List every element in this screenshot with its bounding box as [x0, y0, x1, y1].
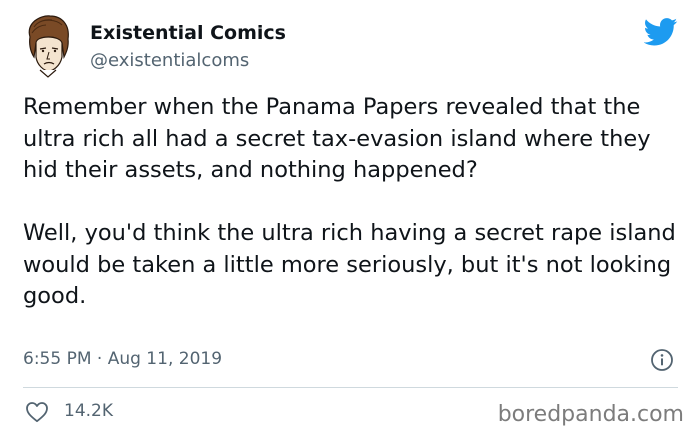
heart-icon[interactable]: [25, 401, 49, 423]
author-handle[interactable]: @existentialcoms: [90, 50, 249, 71]
tweet-paragraph: Remember when the Panama Papers revealed…: [23, 94, 651, 183]
tweet-timestamp[interactable]: 6:55 PM · Aug 11, 2019: [23, 349, 222, 369]
divider: [23, 387, 678, 388]
author-avatar[interactable]: [22, 13, 74, 79]
watermark: boredpanda.com: [497, 402, 684, 427]
tweet-text: Remember when the Panama Papers revealed…: [23, 92, 688, 313]
like-count: 14.2K: [64, 401, 113, 421]
twitter-bird-icon: [643, 18, 678, 46]
tweet-paragraph: Well, you'd think the ultra rich having …: [23, 220, 676, 309]
author-name[interactable]: Existential Comics: [90, 22, 286, 44]
info-icon[interactable]: [650, 348, 674, 372]
